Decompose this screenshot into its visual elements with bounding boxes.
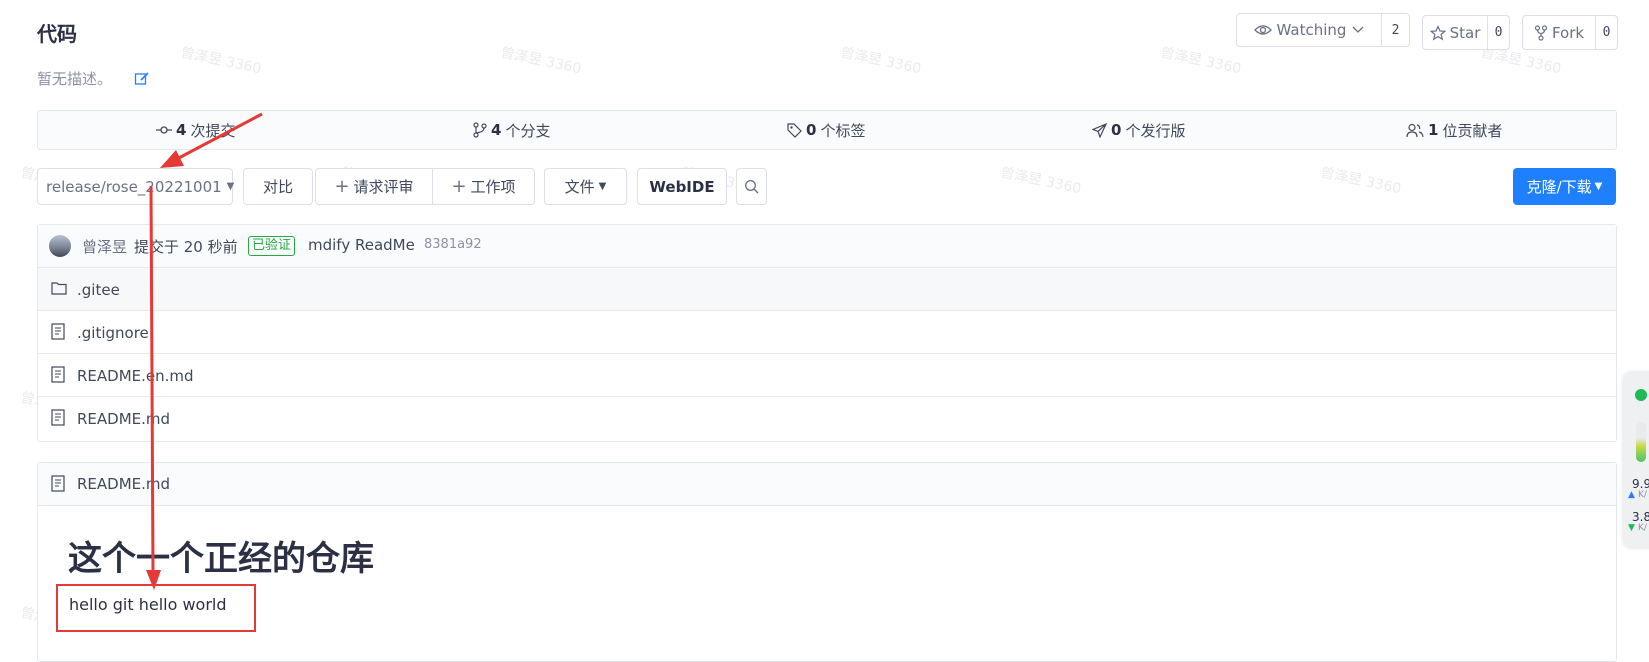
annotation-arrow-to-content [146,185,161,590]
plus-icon: + [334,176,350,197]
eye-icon [1253,24,1272,36]
tag-icon [786,122,802,138]
releases-label: 个发行版 [1125,121,1186,140]
plus-icon: + [451,176,467,197]
clone-download-button[interactable]: 克隆/下载 ▼ [1513,168,1616,205]
webide-button[interactable]: WebIDE [637,168,727,205]
upload-arrow-icon: ▲ [1628,490,1635,500]
release-icon [1092,122,1107,138]
watching-button[interactable]: Watching [1236,13,1382,47]
watermark-text: 曾泽昱 3360 [1319,164,1403,198]
watermark-text: 曾泽昱 3360 [499,44,583,78]
fork-button[interactable]: Fork [1522,15,1596,50]
watermark-text: 曾泽昱 3360 [1159,44,1243,78]
clone-download-label: 克隆/下载 [1526,178,1592,196]
upload-speed: 9.9 [1632,477,1649,491]
star-count[interactable]: 0 [1488,15,1510,50]
pull-request-label: 请求评审 [353,178,414,196]
network-monitor-widget[interactable]: 9.9 ▲ K/ 3.8 ▼ K/ [1623,372,1649,548]
branches-stat[interactable]: 4 个分支 [473,111,550,149]
tags-count: 0 [806,121,817,139]
file-dropdown-button[interactable]: 文件 ▼ [544,168,627,205]
branches-label: 个分支 [505,121,551,140]
watermark-text: 曾泽昱 3360 [999,164,1083,198]
download-arrow-icon: ▼ [1628,523,1635,533]
upload-unit: K/ [1638,490,1647,500]
tags-stat[interactable]: 0 个标签 [786,111,865,149]
file-label: 文件 [564,178,595,196]
caret-down-icon: ▼ [1594,181,1603,192]
fork-count[interactable]: 0 [1596,15,1618,50]
star-icon [1429,24,1446,41]
star-label: Star [1449,23,1481,42]
annotation-arrows [146,112,263,590]
pull-request-button[interactable]: + 请求评审 [315,168,433,205]
webide-label: WebIDE [649,177,715,196]
contributors-stat[interactable]: 1 位贡献者 [1406,111,1502,149]
caret-down-icon: ▼ [598,181,607,192]
download-speed: 3.8 [1632,510,1649,524]
chevron-down-icon [1352,26,1364,34]
branch-icon [473,122,487,138]
fork-label: Fork [1551,23,1585,42]
watermark-text: 曾泽昱 3360 [839,44,923,78]
contributors-label: 位贡献者 [1442,121,1503,140]
status-dot-icon [1635,389,1647,401]
users-icon [1406,123,1424,138]
search-icon [744,179,759,194]
commit-hash[interactable]: 8381a92 [424,237,482,252]
memory-gauge [1636,422,1646,462]
work-item-button[interactable]: + 工作项 [432,168,535,205]
watching-count[interactable]: 2 [1382,13,1410,47]
fork-icon [1534,24,1548,41]
star-button[interactable]: Star [1422,15,1488,50]
watching-label: Watching [1276,21,1347,39]
branches-count: 4 [491,121,502,139]
releases-count: 0 [1111,121,1122,139]
tags-label: 个标签 [820,121,866,140]
commit-message[interactable]: mdify ReadMe [308,236,415,254]
contributors-count: 1 [1428,121,1439,139]
work-item-label: 工作项 [470,178,516,196]
releases-stat[interactable]: 0 个发行版 [1092,111,1185,149]
download-unit: K/ [1638,523,1647,533]
annotation-arrow-to-branch [160,112,263,168]
search-button[interactable] [736,168,767,205]
